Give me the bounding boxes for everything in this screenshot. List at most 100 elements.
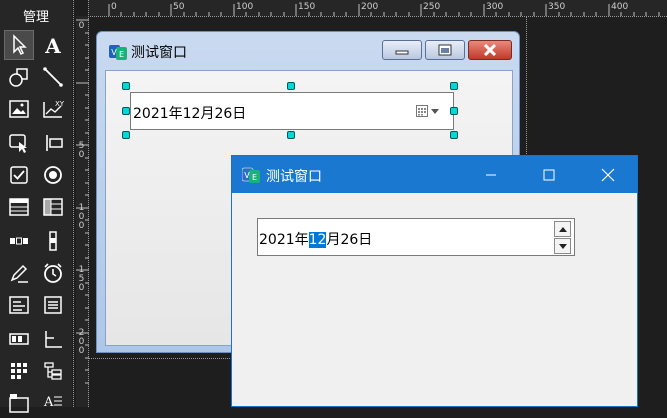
label-tool-button[interactable] [38,128,68,158]
minimize-button[interactable] [382,40,422,60]
button-tool-button[interactable] [4,128,34,158]
minimize-icon [395,50,409,55]
ruler-label: 100 [236,2,254,12]
hscroll-tool-button[interactable] [4,226,34,256]
radio-icon [44,166,62,184]
svg-text:E: E [119,50,124,59]
ruler-label: 250 [423,2,441,12]
spin-down-button[interactable] [554,238,571,254]
pointer-icon [13,34,27,56]
close-button[interactable] [585,156,631,193]
close-icon [483,44,497,56]
date-month-segment-selected[interactable]: 12 [308,232,327,248]
runtime-titlebar[interactable]: V E 测试窗口 [232,156,637,193]
listview-icon [44,296,62,314]
canvas-border [88,358,232,359]
ruler-label: 200 [78,328,85,356]
shapes-icon [9,68,28,87]
hscroll-icon [10,237,28,245]
resize-handle[interactable] [287,82,295,90]
resize-handle[interactable] [122,107,130,115]
maximize-button[interactable] [526,156,572,193]
date-day-segment[interactable]: 月26日 [326,232,372,248]
text-tool-button[interactable]: A [38,30,68,60]
horizontal-ruler: 0 50 100 150 200 250 300 350 400 [89,0,667,16]
button-icon [9,134,27,153]
design-window-title: 测试窗口 [131,45,187,61]
canvas-border [526,16,527,156]
table-tool-button[interactable] [4,192,34,222]
table-icon [9,198,29,216]
calendar-dropdown-icon[interactable] [416,105,442,118]
radio-tool-button[interactable] [38,160,68,190]
picture-tool-button[interactable] [4,94,34,124]
tabs-icon [9,394,29,413]
maximize-icon [438,44,452,56]
tree-view-icon [44,362,62,380]
design-date-picker[interactable]: 2021年12月26日 [130,92,454,130]
ruler-label: 50 [78,141,85,160]
minimize-icon [486,174,496,175]
pointer-tool-button[interactable] [4,30,34,60]
minimize-button[interactable] [468,156,514,193]
shapes-tool-button[interactable] [4,62,34,92]
resize-handle[interactable] [122,131,130,139]
pen-tool-button[interactable] [4,258,34,288]
checkbox-icon [10,166,28,184]
gridview-tool-button[interactable] [4,356,34,386]
ruler-label: 150 [298,2,316,12]
listbox-icon [9,296,29,314]
ruler-label: 0 [111,2,117,12]
tabs-tool-button[interactable] [4,388,34,418]
ruler-label: 200 [361,2,379,12]
chevron-down-icon [558,243,567,249]
app-logo-icon: V E [242,167,260,183]
maximize-icon [543,169,555,180]
checkbox-tool-button[interactable] [4,160,34,190]
line-icon [43,67,63,87]
ruler-label: 300 [486,2,504,12]
listview-tool-button[interactable] [38,290,68,320]
resize-handle[interactable] [287,131,295,139]
label-icon [46,135,63,151]
ruler-label: 350 [548,2,566,12]
date-picker-value[interactable]: 2021年12月26日 [259,229,372,249]
svg-text:E: E [252,173,257,182]
picture-icon [9,100,29,118]
tree-tool-button[interactable] [38,324,68,354]
richtext-icon: A [43,395,62,410]
resize-handle[interactable] [450,107,458,115]
svg-text:A: A [43,395,54,410]
treeview-tool-button[interactable] [38,356,68,386]
grid-tool-button[interactable] [38,192,68,222]
canvas-border [88,16,667,17]
close-button[interactable] [468,40,512,60]
resize-handle[interactable] [450,131,458,139]
chart-tool-button[interactable]: XY [38,94,68,124]
resize-handle[interactable] [122,82,130,90]
richtext-tool-button[interactable]: A [38,388,68,418]
maximize-button[interactable] [425,40,465,60]
date-picker-value: 2021年12月26日 [133,106,247,122]
ruler-label: 0 [78,21,85,31]
listbox-tool-button[interactable] [4,290,34,320]
close-icon [601,168,615,181]
toolbox-title: 管理 [22,10,49,25]
clock-tool-button[interactable] [38,258,68,288]
vscroll-tool-button[interactable] [38,226,68,256]
statusbar-tool-button[interactable] [4,324,34,354]
app-logo-icon: V E [109,45,127,60]
date-year-segment[interactable]: 2021年 [259,232,309,248]
canvas-border [73,0,74,407]
line-tool-button[interactable] [38,62,68,92]
runtime-window[interactable]: V E 测试窗口 2021年12月26日 [231,155,638,407]
grid-view-icon [11,363,27,379]
statusbar-icon [9,333,29,345]
runtime-date-picker[interactable]: 2021年12月26日 [257,218,575,256]
ruler-label: 100 [78,203,85,231]
svg-text:V: V [244,171,250,180]
ruler-label: 50 [173,2,185,12]
canvas-border [88,0,89,407]
resize-handle[interactable] [450,82,458,90]
spin-up-button[interactable] [554,221,571,237]
